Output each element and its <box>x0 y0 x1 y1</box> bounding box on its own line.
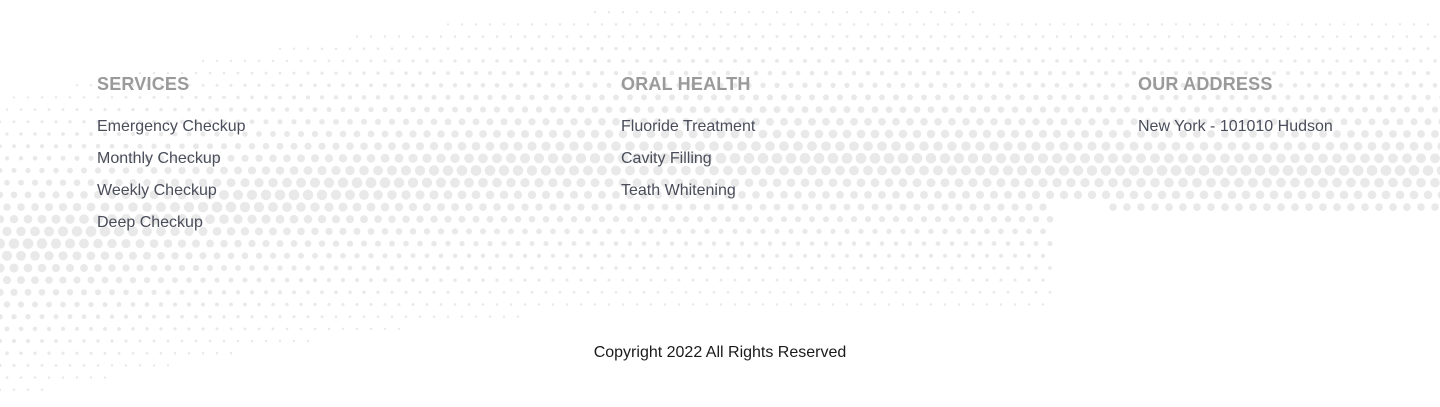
weekly-checkup-link[interactable]: Weekly Checkup <box>97 182 217 199</box>
deep-checkup-link[interactable]: Deep Checkup <box>97 214 203 231</box>
copyright-text: Copyright 2022 All Rights Reserved <box>593 344 847 361</box>
address-column: OUR ADDRESS New York - 101010 Hudson <box>1138 72 1333 143</box>
monthly-checkup-link[interactable]: Monthly Checkup <box>97 150 221 167</box>
list-item: Monthly Checkup <box>97 143 246 175</box>
list-item: Emergency Checkup <box>97 111 246 143</box>
address-text: New York - 101010 Hudson <box>1138 118 1333 135</box>
fluoride-treatment-link[interactable]: Fluoride Treatment <box>621 118 755 135</box>
list-item: Cavity Filling <box>621 143 755 175</box>
services-list: Emergency Checkup Monthly Checkup Weekly… <box>97 111 246 239</box>
emergency-checkup-link[interactable]: Emergency Checkup <box>97 118 246 135</box>
services-heading: SERVICES <box>97 74 190 94</box>
oral-health-column: ORAL HEALTH Fluoride Treatment Cavity Fi… <box>621 72 755 207</box>
site-footer: SERVICES Emergency Checkup Monthly Check… <box>0 0 1440 407</box>
list-item: Fluoride Treatment <box>621 111 755 143</box>
list-item: Teath Whitening <box>621 175 755 207</box>
services-column: SERVICES Emergency Checkup Monthly Check… <box>97 72 246 239</box>
list-item: Deep Checkup <box>97 207 246 239</box>
oral-health-list: Fluoride Treatment Cavity Filling Teath … <box>621 111 755 207</box>
address-list: New York - 101010 Hudson <box>1138 111 1333 143</box>
list-item: Weekly Checkup <box>97 175 246 207</box>
address-heading: OUR ADDRESS <box>1138 74 1273 94</box>
teeth-whitening-link[interactable]: Teath Whitening <box>621 182 736 199</box>
cavity-filling-link[interactable]: Cavity Filling <box>621 150 712 167</box>
oral-health-heading: ORAL HEALTH <box>621 74 751 94</box>
